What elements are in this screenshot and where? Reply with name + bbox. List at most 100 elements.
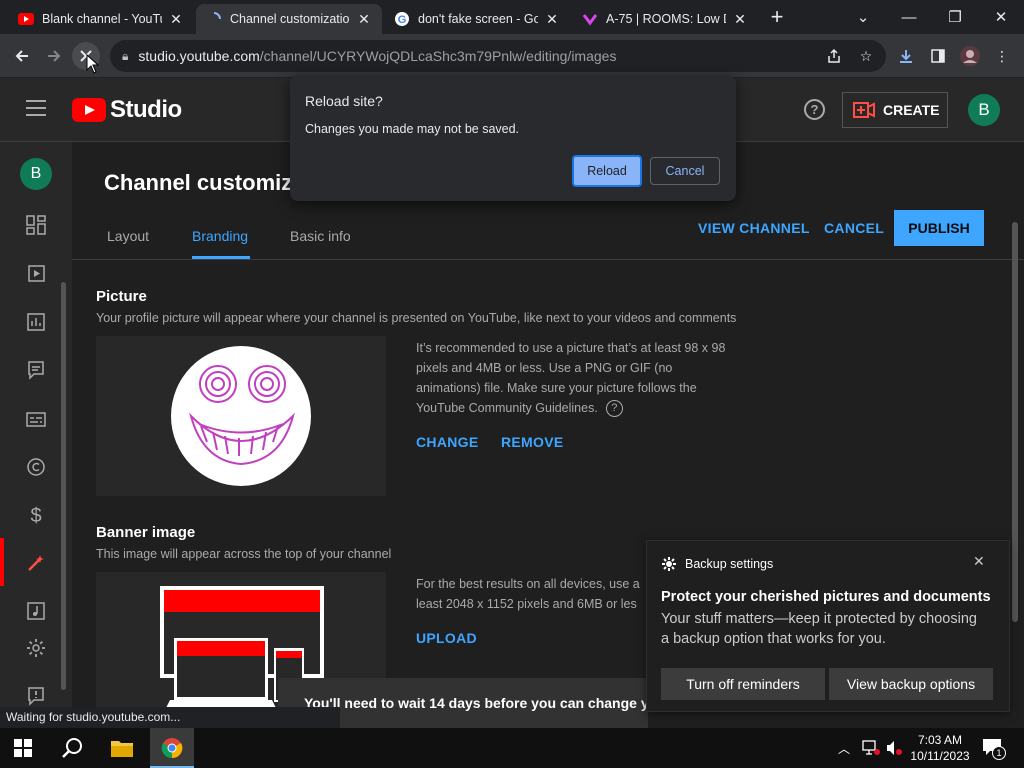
earn-icon[interactable]: $ — [22, 502, 50, 530]
close-tab-icon[interactable]: ✕ — [168, 11, 184, 28]
tab-rooms[interactable]: A-75 | ROOMS: Low De ✕ — [572, 4, 758, 34]
tab-google-search[interactable]: G don't fake screen - Google ✕ — [384, 4, 570, 34]
view-backup-options-button[interactable]: View backup options — [829, 668, 993, 700]
help-icon[interactable]: ? — [804, 99, 825, 120]
create-video-icon — [853, 102, 875, 118]
address-bar[interactable]: 🔒︎ studio.youtube.com/channel/UCYRYWojQD… — [110, 40, 886, 72]
tab-basic-info[interactable]: Basic info — [290, 228, 351, 244]
banner-guidelines: For the best results on all devices, use… — [416, 574, 646, 614]
search-icon[interactable] — [61, 737, 83, 759]
comments-icon[interactable] — [22, 356, 50, 384]
analytics-icon[interactable] — [22, 308, 50, 336]
loading-status-bubble: Waiting for studio.youtube.com... — [0, 707, 340, 728]
dashboard-icon[interactable] — [22, 211, 50, 239]
close-tab-icon[interactable]: ✕ — [544, 11, 560, 28]
account-avatar[interactable]: B — [968, 94, 1000, 126]
subtitles-icon[interactable] — [22, 405, 50, 433]
turn-off-reminders-button[interactable]: Turn off reminders — [661, 668, 825, 700]
profile-picture-image — [171, 346, 311, 486]
chrome-icon — [161, 738, 183, 759]
close-window-icon[interactable]: ✕ — [978, 0, 1024, 34]
share-icon[interactable] — [822, 44, 846, 68]
publish-button[interactable]: PUBLISH — [894, 210, 984, 246]
tab-branding[interactable]: Branding — [192, 228, 248, 244]
volume-muted-icon[interactable] — [886, 740, 904, 756]
backup-body-line: Your stuff matters—keep it protected by … — [661, 611, 977, 627]
close-tab-icon[interactable]: ✕ — [732, 11, 748, 28]
picture-guideline-line: pixels and 4MB or less. Use a PNG or GIF… — [416, 361, 673, 375]
dialog-cancel-button[interactable]: Cancel — [650, 157, 720, 185]
create-button[interactable]: CREATE — [842, 92, 948, 128]
picture-guideline-line: animations) file. Make sure your picture… — [416, 381, 697, 395]
change-picture-button[interactable]: CHANGE — [416, 434, 478, 450]
picture-preview — [96, 336, 386, 496]
chevron-up-icon[interactable]: ︿ — [838, 740, 850, 757]
gear-icon — [662, 557, 676, 571]
help-circle-icon[interactable]: ? — [605, 399, 623, 417]
tab-title: A-75 | ROOMS: Low De — [606, 12, 726, 26]
browser-toolbar: 🔒︎ studio.youtube.com/channel/UCYRYWojQD… — [0, 34, 1024, 78]
notification-count-badge: 1 — [992, 746, 1006, 760]
active-nav-indicator — [0, 538, 4, 586]
picture-description: Your profile picture will appear where y… — [96, 311, 737, 325]
channel-avatar[interactable]: B — [20, 158, 52, 190]
forward-icon[interactable] — [40, 42, 68, 70]
remove-picture-button[interactable]: REMOVE — [501, 434, 563, 450]
new-tab-icon[interactable]: + — [764, 6, 790, 30]
url-path: /channel/UCYRYWojQDLcaShc3m79Pnlw/editin… — [259, 48, 617, 64]
backup-header: Backup settings — [685, 557, 774, 571]
banner-guideline-line: For the best results on all devices, use… — [416, 577, 640, 591]
menu-icon[interactable]: ⋮ — [990, 44, 1014, 68]
backup-notification: Backup settings ✕ Protect your cherished… — [646, 540, 1010, 712]
upload-banner-button[interactable]: UPLOAD — [416, 630, 477, 646]
hamburger-menu-icon[interactable] — [26, 100, 46, 116]
settings-icon[interactable] — [22, 634, 50, 662]
tab-layout[interactable]: Layout — [107, 228, 149, 244]
cancel-button[interactable]: CANCEL — [824, 220, 884, 236]
windows-start-icon[interactable] — [14, 739, 32, 757]
banner-description: This image will appear across the top of… — [96, 547, 392, 561]
side-panel-icon[interactable] — [926, 44, 950, 68]
content-icon[interactable] — [22, 259, 50, 287]
main-scrollbar[interactable] — [1012, 222, 1018, 622]
bookmark-star-icon[interactable]: ☆ — [854, 44, 878, 68]
download-icon[interactable] — [894, 44, 918, 68]
mouse-cursor-icon — [86, 54, 100, 74]
tab-blank-channel[interactable]: Blank channel - YouTube ✕ — [8, 4, 194, 34]
clock[interactable]: 7:03 AM 10/11/2023 — [908, 732, 972, 764]
tab-channel-customization[interactable]: Channel customization ✕ — [196, 4, 382, 34]
reload-button[interactable]: Reload — [572, 155, 642, 187]
notification-center-icon[interactable]: 1 — [982, 738, 1006, 760]
picture-guideline-line: It’s recommended to use a picture that’s… — [416, 341, 726, 355]
banner-title: Banner image — [96, 524, 196, 541]
tabs-divider — [72, 259, 1024, 260]
close-tab-icon[interactable]: ✕ — [356, 11, 372, 28]
backup-body: Your stuff matters—keep it protected by … — [661, 609, 977, 649]
customization-icon[interactable] — [22, 549, 50, 577]
reload-site-dialog: Reload site? Changes you made may not be… — [290, 75, 736, 201]
sidebar-scrollbar[interactable] — [61, 282, 66, 690]
audio-library-icon[interactable] — [22, 597, 50, 625]
network-icon[interactable] — [862, 740, 880, 756]
back-icon[interactable] — [8, 42, 36, 70]
close-icon[interactable]: ✕ — [973, 553, 985, 570]
tab-title: Blank channel - YouTube — [42, 12, 162, 26]
studio-logo[interactable]: Studio — [72, 96, 182, 124]
picture-title: Picture — [96, 288, 147, 305]
studio-sidebar: B $ — [0, 142, 72, 728]
profile-avatar-icon[interactable] — [958, 44, 982, 68]
windows-taskbar: ︿ 7:03 AM 10/11/2023 1 — [0, 728, 1024, 768]
file-explorer-icon[interactable] — [110, 738, 134, 758]
chrome-taskbar-button[interactable] — [150, 728, 194, 768]
tab-title: don't fake screen - Google — [418, 12, 538, 26]
lock-icon: 🔒︎ — [122, 48, 129, 63]
minimize-icon[interactable]: — — [886, 0, 932, 34]
youtube-logo-icon — [72, 98, 106, 122]
feedback-icon[interactable] — [22, 682, 50, 710]
view-channel-button[interactable]: VIEW CHANNEL — [698, 220, 810, 236]
picture-guideline-line: YouTube Community Guidelines. — [416, 401, 598, 415]
studio-logo-text: Studio — [110, 96, 182, 123]
copyright-icon[interactable] — [22, 453, 50, 481]
tab-search-icon[interactable]: ⌄ — [840, 0, 886, 34]
restore-icon[interactable]: ❐ — [932, 0, 978, 34]
